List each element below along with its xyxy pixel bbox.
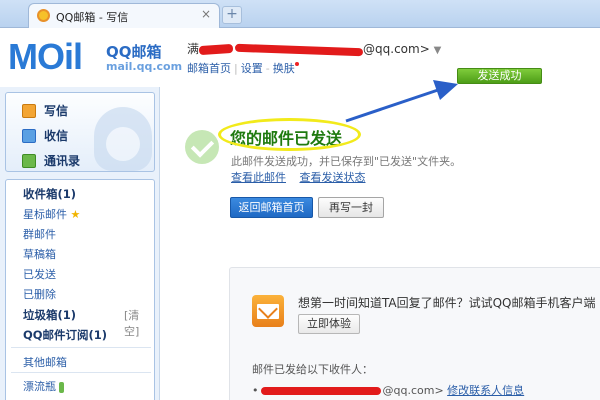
view-mail-link[interactable]: 查看此邮件	[231, 171, 286, 184]
qq-penguin-watermark	[94, 107, 152, 171]
folder-subscriptions[interactable]: QQ邮件订阅(1)	[23, 327, 107, 343]
folder-divider	[11, 372, 151, 373]
send-success-toast: 发送成功	[457, 68, 542, 84]
new-tab-button[interactable]: +	[222, 6, 242, 24]
redaction-mark	[198, 43, 234, 56]
clear-spam-link[interactable]: [清空]	[124, 307, 154, 339]
folder-group[interactable]: 群邮件	[23, 226, 56, 242]
compose-item[interactable]: 写信	[22, 102, 68, 119]
receive-item[interactable]: 收信	[22, 127, 68, 144]
promo-text: 想第一时间知道TA回复了邮件？试试QQ邮箱手机客户端	[298, 296, 596, 310]
compose-label: 写信	[44, 104, 69, 118]
write-another-button[interactable]: 再写一封	[318, 197, 384, 218]
browser-tab-strip: QQ邮箱 - 写信 × +	[0, 0, 600, 28]
mail-envelope-icon	[252, 295, 284, 327]
logo-mark: MOil	[8, 36, 83, 77]
header-nav: 邮箱首页 | 设置 - 换肤	[187, 60, 299, 76]
qq-mail-favicon-icon	[37, 9, 50, 22]
drift-bottle-label: 漂流瓶	[23, 380, 56, 393]
redaction-mark	[234, 43, 364, 56]
recipient-bullet: •	[252, 384, 259, 397]
redaction-mark	[260, 387, 381, 395]
user-account[interactable]: 满 @qq.com> ▼	[187, 40, 441, 57]
drift-bottle-item[interactable]: 漂流瓶	[23, 378, 64, 394]
contacts-label: 通讯录	[44, 154, 81, 168]
left-sidebar: 写信 收信 通讯录 收件箱(1) 星标邮件 ★ 群邮件 草稿箱 已发送 已删除 …	[0, 87, 160, 400]
settings-link[interactable]: 设置	[241, 62, 263, 75]
recipient-row: • @qq.com> 修改联系人信息	[252, 382, 524, 398]
back-to-home-button[interactable]: 返回邮箱首页	[230, 197, 313, 218]
nav-separator: |	[234, 62, 238, 75]
folder-drafts[interactable]: 草稿箱	[23, 246, 56, 262]
quick-actions-panel: 写信 收信 通讯录	[5, 92, 155, 172]
tab-title: QQ邮箱 - 写信	[56, 11, 129, 24]
folder-sent[interactable]: 已发送	[23, 266, 56, 282]
inbox-download-icon	[22, 128, 36, 143]
logo-domain: mail.qq.com	[106, 60, 183, 73]
bottle-icon	[59, 381, 64, 393]
edit-contact-link[interactable]: 修改联系人信息	[447, 384, 524, 397]
result-links: 查看此邮件 查看发送状态	[231, 169, 376, 185]
folder-inbox[interactable]: 收件箱(1)	[23, 186, 76, 202]
qq-mail-logo[interactable]: MOil QQ邮箱 mail.qq.com	[8, 38, 184, 78]
recipient-email-suffix: @qq.com>	[382, 384, 444, 397]
logo-brand: QQ邮箱	[106, 43, 162, 61]
close-tab-icon[interactable]: ×	[201, 7, 211, 21]
browser-tab[interactable]: QQ邮箱 - 写信 ×	[28, 3, 220, 28]
contacts-icon	[22, 153, 36, 168]
folder-starred[interactable]: 星标邮件 ★	[23, 206, 80, 222]
folder-other-mailboxes[interactable]: 其他邮箱	[23, 354, 67, 370]
folder-deleted[interactable]: 已删除	[23, 286, 56, 302]
account-dropdown-icon[interactable]: ▼	[434, 45, 442, 56]
compose-icon	[22, 103, 36, 118]
folder-starred-label: 星标邮件	[23, 208, 67, 221]
success-check-icon	[185, 130, 219, 164]
sent-description: 此邮件发送成功，并已保存到"已发送"文件夹。	[231, 155, 462, 168]
mobile-app-promo-card: 想第一时间知道TA回复了邮件？试试QQ邮箱手机客户端 立即体验 邮件已发给以下收…	[229, 267, 600, 400]
user-email-suffix: @qq.com>	[363, 42, 430, 56]
view-status-link[interactable]: 查看发送状态	[300, 171, 366, 184]
mailbox-home-link[interactable]: 邮箱首页	[187, 62, 231, 75]
notification-dot	[294, 62, 299, 66]
receive-label: 收信	[44, 129, 69, 143]
star-icon: ★	[70, 208, 81, 221]
recipients-label: 邮件已发给以下收件人：	[252, 363, 373, 376]
try-now-button[interactable]: 立即体验	[298, 314, 360, 334]
user-name: 满	[187, 42, 200, 56]
skin-link[interactable]: 换肤	[273, 62, 295, 75]
nav-separator: -	[265, 62, 270, 75]
main-content: 您的邮件已发送 此邮件发送成功，并已保存到"已发送"文件夹。 查看此邮件 查看发…	[161, 87, 600, 400]
contacts-item[interactable]: 通讯录	[22, 152, 80, 169]
folder-list: 收件箱(1) 星标邮件 ★ 群邮件 草稿箱 已发送 已删除 垃圾箱(1) [清空…	[5, 179, 155, 400]
folder-spam[interactable]: 垃圾箱(1)	[23, 307, 76, 323]
highlight-annotation-oval	[218, 118, 361, 151]
folder-divider	[11, 347, 151, 348]
